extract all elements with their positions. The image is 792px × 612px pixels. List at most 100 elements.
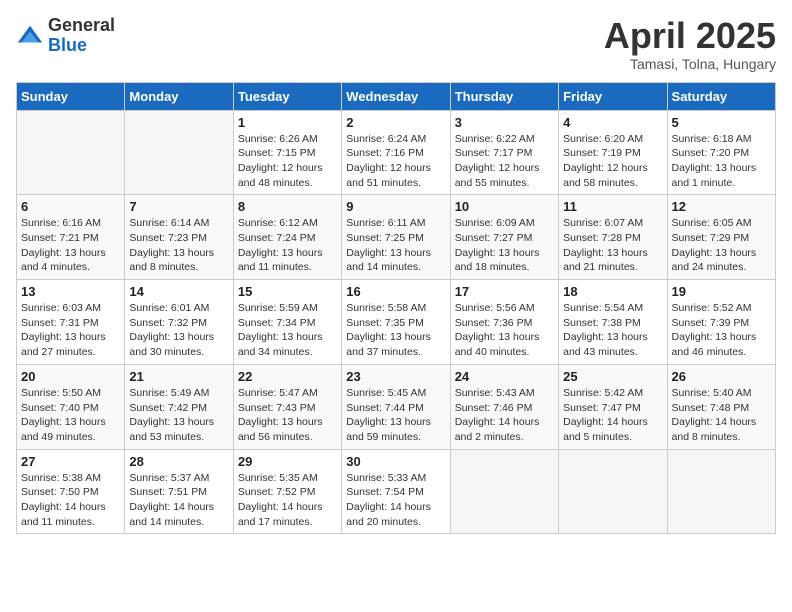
header-row: SundayMondayTuesdayWednesdayThursdayFrid… xyxy=(17,82,776,110)
day-number: 13 xyxy=(21,284,120,299)
calendar-cell: 5Sunrise: 6:18 AMSunset: 7:20 PMDaylight… xyxy=(667,110,775,195)
day-info: Sunrise: 5:47 AMSunset: 7:43 PMDaylight:… xyxy=(238,386,337,445)
calendar-cell: 25Sunrise: 5:42 AMSunset: 7:47 PMDayligh… xyxy=(559,364,667,449)
calendar-cell: 6 Sunrise: 6:16 AMSunset: 7:21 PMDaylight… xyxy=(17,195,125,280)
day-info: Sunrise: 5:43 AMSunset: 7:46 PMDaylight:… xyxy=(455,386,554,445)
day-number: 20 xyxy=(21,369,120,384)
header-day-saturday: Saturday xyxy=(667,82,775,110)
day-number: 21 xyxy=(129,369,228,384)
day-number: 3 xyxy=(455,115,554,130)
calendar-cell: 22 Sunrise: 5:47 AMSunset: 7:43 PMDayligh… xyxy=(233,364,341,449)
header-day-tuesday: Tuesday xyxy=(233,82,341,110)
location-subtitle: Tamasi, Tolna, Hungary xyxy=(604,56,776,72)
day-number: 19 xyxy=(672,284,771,299)
day-info: Sunrise: 6:16 AMSunset: 7:21 PMDaylight:… xyxy=(21,216,120,275)
day-number: 8 xyxy=(238,199,337,214)
day-number: 22 xyxy=(238,369,337,384)
day-number: 24 xyxy=(455,369,554,384)
calendar-cell: 29Sunrise: 5:35 AMSunset: 7:52 PMDayligh… xyxy=(233,449,341,534)
day-number: 11 xyxy=(563,199,662,214)
day-number: 7 xyxy=(129,199,228,214)
day-number: 16 xyxy=(346,284,445,299)
day-info: Sunrise: 6:09 AMSunset: 7:27 PMDaylight:… xyxy=(455,216,554,275)
header-day-thursday: Thursday xyxy=(450,82,558,110)
calendar-cell: 4 Sunrise: 6:20 AMSunset: 7:19 PMDaylight… xyxy=(559,110,667,195)
calendar-cell: 19Sunrise: 5:52 AMSunset: 7:39 PMDayligh… xyxy=(667,280,775,365)
logo: General Blue xyxy=(16,16,115,56)
page-header: General Blue April 2025 Tamasi, Tolna, H… xyxy=(16,16,776,72)
day-info: Sunrise: 5:37 AMSunset: 7:51 PMDaylight:… xyxy=(129,471,228,530)
day-number: 18 xyxy=(563,284,662,299)
calendar-header: SundayMondayTuesdayWednesdayThursdayFrid… xyxy=(17,82,776,110)
day-info: Sunrise: 6:11 AMSunset: 7:25 PMDaylight:… xyxy=(346,216,445,275)
calendar-week-5: 27 Sunrise: 5:38 AMSunset: 7:50 PMDayligh… xyxy=(17,449,776,534)
month-title: April 2025 xyxy=(604,16,776,56)
calendar-week-2: 6 Sunrise: 6:16 AMSunset: 7:21 PMDaylight… xyxy=(17,195,776,280)
day-info: Sunrise: 6:20 AMSunset: 7:19 PMDaylight:… xyxy=(563,132,662,191)
calendar-cell xyxy=(125,110,233,195)
day-number: 29 xyxy=(238,454,337,469)
day-number: 28 xyxy=(129,454,228,469)
day-info: Sunrise: 6:26 AMSunset: 7:15 PMDaylight:… xyxy=(238,132,337,191)
calendar-cell: 1 Sunrise: 6:26 AMSunset: 7:15 PMDaylight… xyxy=(233,110,341,195)
calendar-cell xyxy=(450,449,558,534)
day-number: 25 xyxy=(563,369,662,384)
calendar-table: SundayMondayTuesdayWednesdayThursdayFrid… xyxy=(16,82,776,535)
calendar-cell xyxy=(667,449,775,534)
day-info: Sunrise: 5:59 AMSunset: 7:34 PMDaylight:… xyxy=(238,301,337,360)
calendar-cell: 11Sunrise: 6:07 AMSunset: 7:28 PMDayligh… xyxy=(559,195,667,280)
calendar-cell: 2 Sunrise: 6:24 AMSunset: 7:16 PMDaylight… xyxy=(342,110,450,195)
day-number: 1 xyxy=(238,115,337,130)
calendar-cell: 16Sunrise: 5:58 AMSunset: 7:35 PMDayligh… xyxy=(342,280,450,365)
header-day-sunday: Sunday xyxy=(17,82,125,110)
calendar-cell: 30 Sunrise: 5:33 AMSunset: 7:54 PMDayligh… xyxy=(342,449,450,534)
day-info: Sunrise: 6:14 AMSunset: 7:23 PMDaylight:… xyxy=(129,216,228,275)
day-number: 9 xyxy=(346,199,445,214)
day-number: 6 xyxy=(21,199,120,214)
calendar-cell: 9 Sunrise: 6:11 AMSunset: 7:25 PMDaylight… xyxy=(342,195,450,280)
logo-icon xyxy=(16,22,44,50)
calendar-cell: 24 Sunrise: 5:43 AMSunset: 7:46 PMDayligh… xyxy=(450,364,558,449)
day-info: Sunrise: 5:56 AMSunset: 7:36 PMDaylight:… xyxy=(455,301,554,360)
day-number: 2 xyxy=(346,115,445,130)
title-block: April 2025 Tamasi, Tolna, Hungary xyxy=(604,16,776,72)
day-info: Sunrise: 6:18 AMSunset: 7:20 PMDaylight:… xyxy=(672,132,771,191)
calendar-cell: 28 Sunrise: 5:37 AMSunset: 7:51 PMDayligh… xyxy=(125,449,233,534)
calendar-cell: 21Sunrise: 5:49 AMSunset: 7:42 PMDayligh… xyxy=(125,364,233,449)
calendar-week-3: 13Sunrise: 6:03 AMSunset: 7:31 PMDayligh… xyxy=(17,280,776,365)
calendar-cell: 8 Sunrise: 6:12 AMSunset: 7:24 PMDaylight… xyxy=(233,195,341,280)
day-info: Sunrise: 6:24 AMSunset: 7:16 PMDaylight:… xyxy=(346,132,445,191)
header-day-monday: Monday xyxy=(125,82,233,110)
calendar-cell: 18 Sunrise: 5:54 AMSunset: 7:38 PMDayligh… xyxy=(559,280,667,365)
day-info: Sunrise: 6:05 AMSunset: 7:29 PMDaylight:… xyxy=(672,216,771,275)
day-info: Sunrise: 5:54 AMSunset: 7:38 PMDaylight:… xyxy=(563,301,662,360)
calendar-cell: 26 Sunrise: 5:40 AMSunset: 7:48 PMDayligh… xyxy=(667,364,775,449)
logo-general: General xyxy=(48,16,115,36)
calendar-cell: 14 Sunrise: 6:01 AMSunset: 7:32 PMDayligh… xyxy=(125,280,233,365)
day-number: 14 xyxy=(129,284,228,299)
day-number: 30 xyxy=(346,454,445,469)
calendar-cell: 13Sunrise: 6:03 AMSunset: 7:31 PMDayligh… xyxy=(17,280,125,365)
day-number: 10 xyxy=(455,199,554,214)
logo-blue-text: Blue xyxy=(48,36,115,56)
calendar-cell: 23 Sunrise: 5:45 AMSunset: 7:44 PMDayligh… xyxy=(342,364,450,449)
calendar-cell: 3Sunrise: 6:22 AMSunset: 7:17 PMDaylight… xyxy=(450,110,558,195)
day-info: Sunrise: 5:40 AMSunset: 7:48 PMDaylight:… xyxy=(672,386,771,445)
day-info: Sunrise: 6:01 AMSunset: 7:32 PMDaylight:… xyxy=(129,301,228,360)
day-info: Sunrise: 5:50 AMSunset: 7:40 PMDaylight:… xyxy=(21,386,120,445)
day-number: 23 xyxy=(346,369,445,384)
calendar-cell xyxy=(17,110,125,195)
day-info: Sunrise: 6:12 AMSunset: 7:24 PMDaylight:… xyxy=(238,216,337,275)
day-info: Sunrise: 5:38 AMSunset: 7:50 PMDaylight:… xyxy=(21,471,120,530)
calendar-week-4: 20 Sunrise: 5:50 AMSunset: 7:40 PMDayligh… xyxy=(17,364,776,449)
calendar-cell: 15 Sunrise: 5:59 AMSunset: 7:34 PMDayligh… xyxy=(233,280,341,365)
day-number: 26 xyxy=(672,369,771,384)
day-info: Sunrise: 5:45 AMSunset: 7:44 PMDaylight:… xyxy=(346,386,445,445)
calendar-cell: 17Sunrise: 5:56 AMSunset: 7:36 PMDayligh… xyxy=(450,280,558,365)
day-number: 15 xyxy=(238,284,337,299)
day-info: Sunrise: 5:33 AMSunset: 7:54 PMDaylight:… xyxy=(346,471,445,530)
calendar-cell xyxy=(559,449,667,534)
day-number: 4 xyxy=(563,115,662,130)
calendar-cell: 27 Sunrise: 5:38 AMSunset: 7:50 PMDayligh… xyxy=(17,449,125,534)
day-number: 27 xyxy=(21,454,120,469)
